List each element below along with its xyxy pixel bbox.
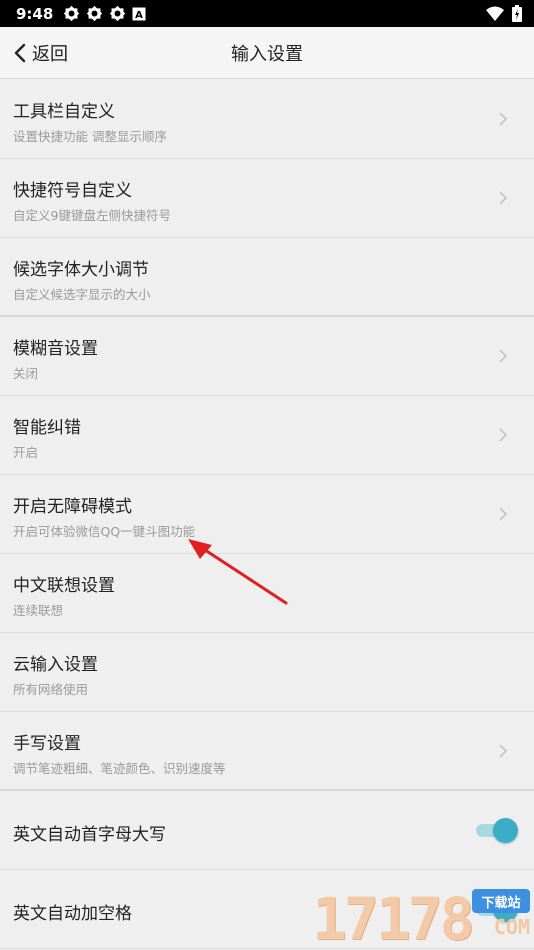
item-subtitle: 开启可体验微信QQ一键斗图功能 (13, 524, 196, 539)
status-right-icons (486, 5, 522, 22)
toggle-knob (493, 897, 518, 922)
battery-icon (512, 5, 522, 22)
page-title: 输入设置 (231, 43, 303, 65)
item-title: 工具栏自定义 (13, 102, 115, 122)
chevron-right-icon (499, 744, 508, 758)
item-title: 候选字体大小调节 (13, 260, 149, 280)
status-time: 9:48 (16, 4, 54, 23)
item-title: 英文自动首字母大写 (13, 825, 166, 845)
item-title: 中文联想设置 (13, 576, 115, 596)
setting-chinese-association[interactable]: 中文联想设置 连续联想 (0, 554, 534, 633)
svg-text:A: A (135, 10, 143, 21)
item-subtitle: 调节笔迹粗细、笔迹颜色、识别速度等 (13, 761, 226, 776)
item-subtitle: 自定义候选字显示的大小 (13, 287, 151, 302)
setting-accessibility-mode[interactable]: 开启无障碍模式 开启可体验微信QQ一键斗图功能 (0, 475, 534, 554)
status-left-icons: A (63, 5, 146, 22)
setting-candidate-font-size[interactable]: 候选字体大小调节 自定义候选字显示的大小 (0, 238, 534, 317)
setting-shortcut-symbols[interactable]: 快捷符号自定义 自定义9键键盘左侧快捷符号 (0, 159, 534, 238)
item-subtitle: 关闭 (13, 366, 39, 381)
item-title: 云输入设置 (13, 655, 98, 675)
item-title: 智能纠错 (13, 418, 81, 438)
chevron-right-icon (499, 507, 508, 521)
wifi-icon (486, 6, 504, 21)
auto-capitalize-toggle[interactable] (472, 817, 518, 843)
auto-space-toggle[interactable] (472, 896, 518, 922)
status-bar: 9:48 A (0, 0, 534, 27)
setting-english-auto-capitalize: 英文自动首字母大写 (0, 791, 534, 870)
item-title: 开启无障碍模式 (13, 497, 132, 517)
item-subtitle: 连续联想 (13, 603, 64, 618)
toggle-knob (493, 818, 518, 843)
chevron-right-icon (499, 349, 508, 363)
chevron-right-icon (499, 428, 508, 442)
chevron-right-icon (499, 191, 508, 205)
item-title: 手写设置 (13, 734, 81, 754)
item-title: 快捷符号自定义 (13, 181, 132, 201)
gear-icon (110, 5, 126, 22)
item-title: 英文自动加空格 (13, 904, 132, 924)
setting-english-auto-space: 英文自动加空格 (0, 870, 534, 949)
settings-list: 工具栏自定义 设置快捷功能 调整显示顺序 快捷符号自定义 自定义9键键盘左侧快捷… (0, 80, 534, 949)
setting-cloud-input[interactable]: 云输入设置 所有网络使用 (0, 633, 534, 712)
back-label: 返回 (32, 43, 68, 65)
item-title: 模糊音设置 (13, 339, 98, 359)
chevron-left-icon (14, 43, 26, 62)
setting-toolbar-customize[interactable]: 工具栏自定义 设置快捷功能 调整显示顺序 (0, 80, 534, 159)
back-button[interactable]: 返回 (0, 27, 68, 78)
item-subtitle: 开启 (13, 445, 39, 460)
setting-handwriting[interactable]: 手写设置 调节笔迹粗细、笔迹颜色、识别速度等 (0, 712, 534, 791)
item-subtitle: 自定义9键键盘左侧快捷符号 (13, 208, 171, 223)
setting-smart-correction[interactable]: 智能纠错 开启 (0, 396, 534, 475)
item-subtitle: 所有网络使用 (13, 682, 89, 697)
setting-fuzzy-pinyin[interactable]: 模糊音设置 关闭 (0, 317, 534, 396)
gear-icon (64, 5, 80, 22)
gear-icon (87, 5, 103, 22)
a-box-icon: A (132, 7, 146, 21)
chevron-right-icon (499, 112, 508, 126)
item-subtitle: 设置快捷功能 调整显示顺序 (13, 129, 167, 144)
header: 返回 输入设置 (0, 27, 534, 79)
